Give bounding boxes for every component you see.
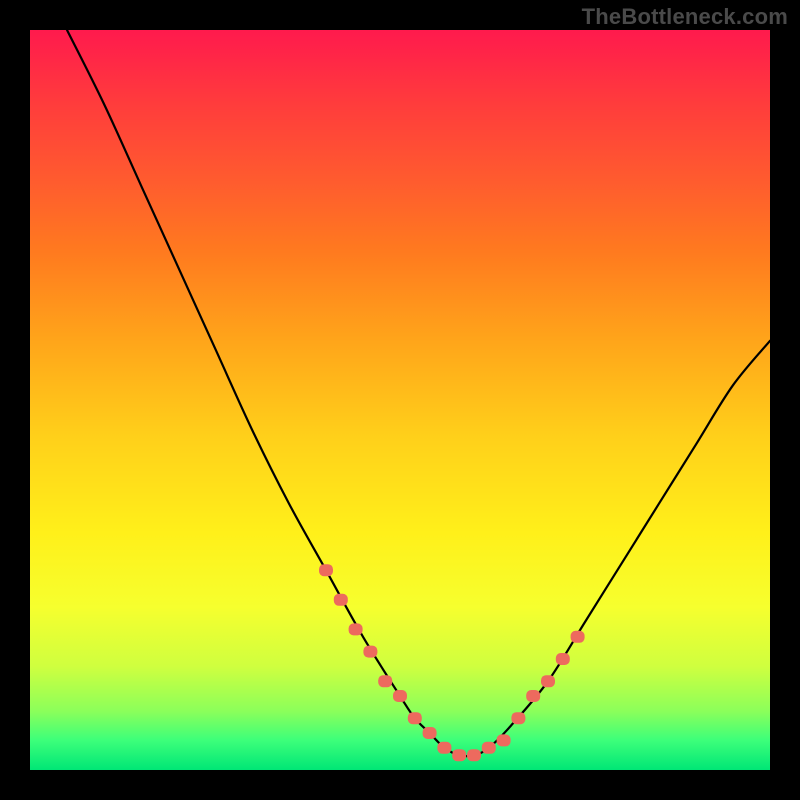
marker-point	[363, 646, 377, 658]
marker-point	[437, 742, 451, 754]
marker-point	[408, 712, 422, 724]
bottleneck-curve	[67, 30, 770, 756]
marker-point	[556, 653, 570, 665]
marker-point	[393, 690, 407, 702]
marker-point	[452, 749, 466, 761]
chart-frame: TheBottleneck.com	[0, 0, 800, 800]
marker-point	[482, 742, 496, 754]
watermark-text: TheBottleneck.com	[582, 4, 788, 30]
marker-point	[497, 734, 511, 746]
marker-point	[571, 631, 585, 643]
marker-point	[349, 623, 363, 635]
marker-point	[423, 727, 437, 739]
marker-point	[319, 564, 333, 576]
marker-point	[511, 712, 525, 724]
highlighted-points	[319, 564, 585, 761]
marker-point	[526, 690, 540, 702]
marker-point	[334, 594, 348, 606]
plot-area	[30, 30, 770, 770]
marker-point	[541, 675, 555, 687]
curve-layer	[30, 30, 770, 770]
marker-point	[467, 749, 481, 761]
marker-point	[378, 675, 392, 687]
